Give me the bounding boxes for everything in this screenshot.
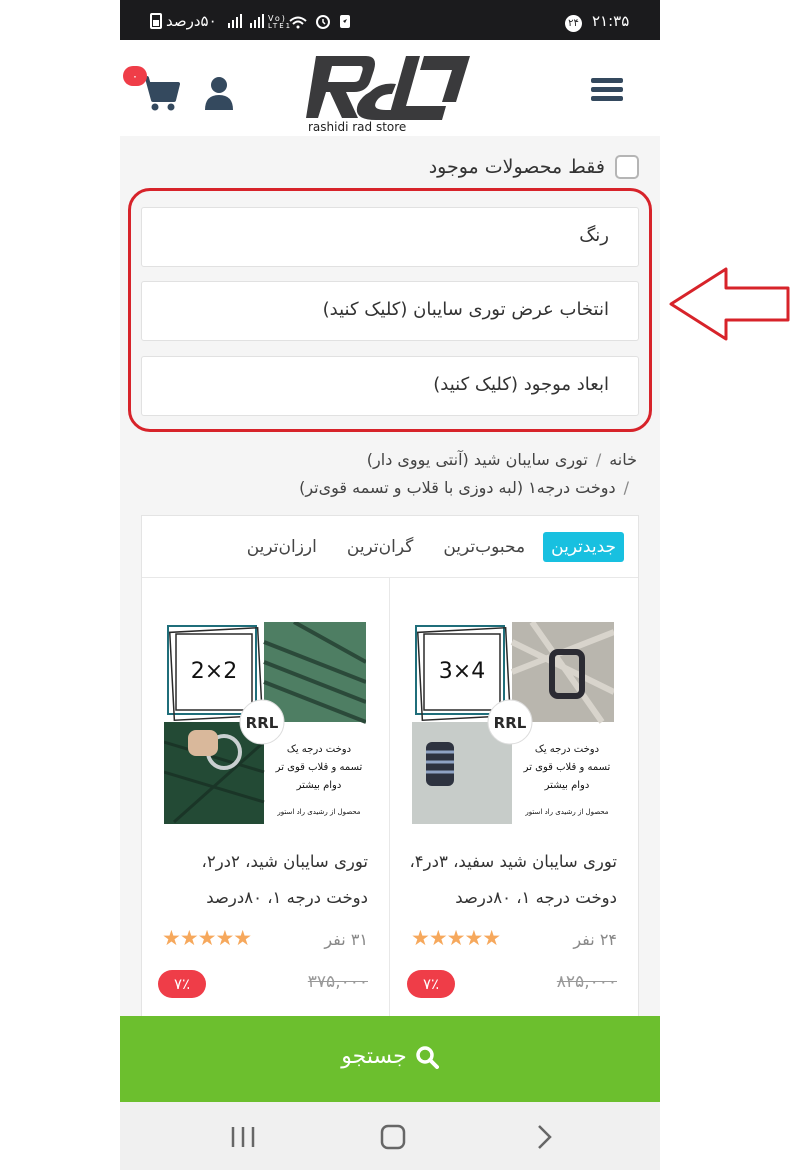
product-image[interactable]: 2×2 RRL دوخت درجه یک تسمه و قلاب قوی تر … (164, 622, 366, 824)
recent-apps-icon[interactable] (228, 1124, 258, 1150)
back-icon[interactable] (530, 1124, 560, 1150)
width-filter[interactable]: انتخاب عرض توری سایبان (کلیک کنید) (141, 281, 639, 341)
sort-tab-popular[interactable]: محبوب‌ترین (435, 532, 533, 562)
status-bar: ۵۰درصد Vo) LTE1 ۲۴ ۲۱:۳۵ (120, 0, 660, 40)
product-size-text: 2×2 (191, 659, 237, 684)
sort-tabs: جدیدترین محبوب‌ترین گران‌ترین ارزان‌ترین (142, 516, 638, 578)
image-text-line: تسمه و قلاب قوی تر (523, 762, 611, 773)
sort-tab-cheapest[interactable]: ارزان‌ترین (239, 532, 325, 562)
dimensions-filter-label: ابعاد موجود (کلیک کنید) (433, 374, 609, 395)
svg-text:LTE1: LTE1 (268, 22, 292, 29)
svg-text:RRL: RRL (246, 714, 279, 732)
battery-text: ۵۰درصد (166, 12, 217, 30)
discount-badge: ۷٪ (407, 970, 455, 998)
breadcrumb: خانه / توری سایبان شید (آنتی یووی دار) / دو… (137, 446, 637, 502)
breadcrumb-separator: / (595, 450, 602, 469)
signal-icons: Vo) LTE1 (228, 13, 378, 32)
in-stock-checkbox[interactable] (615, 155, 639, 179)
product-title[interactable]: توری سایبان شید سفید، ۳در۴، دوخت درجه ۱،… (407, 844, 617, 916)
old-price: ۸۲۵,۰۰۰ (556, 972, 617, 992)
discount-badge: ۷٪ (158, 970, 206, 998)
menu-bar-icon (591, 78, 623, 83)
breadcrumb-category[interactable]: توری سایبان شید (آنتی یووی دار) (367, 450, 588, 469)
menu-bar-icon (591, 87, 623, 92)
annotation-arrow (669, 267, 790, 341)
system-nav-bar (120, 1102, 660, 1170)
rating-stars-icon: ★★★★★ (162, 926, 252, 950)
breadcrumb-home[interactable]: خانه (609, 450, 637, 469)
breadcrumb-separator: / (623, 478, 629, 497)
search-icon (415, 1046, 439, 1069)
product-card[interactable]: 2×2 RRL دوخت درجه یک تسمه و قلاب قوی تر … (142, 578, 390, 1038)
rating-count: ۳۱ نفر (324, 930, 368, 949)
hamburger-menu-button[interactable] (591, 78, 623, 102)
image-text-line: دوخت درجه یک (287, 744, 351, 755)
signal-wifi-alarm-icon: Vo) LTE1 (228, 14, 350, 30)
old-price: ۳۷۵,۰۰۰ (307, 972, 368, 992)
image-footer-text: محصول از رشیدی راد استور (524, 808, 608, 816)
product-price: ۸۲۵,۰۰۰ ۷٪ (407, 970, 617, 998)
image-footer-text: محصول از رشیدی راد استور (276, 808, 360, 816)
home-icon[interactable] (378, 1124, 408, 1150)
image-text-line: دوام بیشتر (296, 780, 342, 791)
phone-screen: ۵۰درصد Vo) LTE1 ۲۴ ۲۱:۳۵ rashidi rad sto… (120, 0, 660, 1170)
product-card[interactable]: 3×4 RRL دوخت درجه یک تسمه و قلاب قوی تر … (390, 578, 638, 1038)
rating-count: ۲۴ نفر (573, 930, 617, 949)
site-header: rashidi rad store ۰ (120, 40, 660, 136)
svg-text:RRL: RRL (494, 714, 527, 732)
product-price: ۳۷۵,۰۰۰ ۷٪ (158, 970, 368, 998)
battery-icon (150, 13, 162, 29)
sort-tab-newest[interactable]: جدیدترین (543, 531, 624, 562)
image-text-line: دوام بیشتر (544, 780, 590, 791)
width-filter-label: انتخاب عرض توری سایبان (کلیک کنید) (322, 299, 609, 320)
search-button-label: جستجو (341, 1044, 407, 1069)
product-list-panel: جدیدترین محبوب‌ترین گران‌ترین ارزان‌ترین… (141, 515, 639, 1038)
image-text-line: دوخت درجه یک (535, 744, 599, 755)
sort-tab-expensive[interactable]: گران‌ترین (339, 532, 421, 562)
image-text-line: تسمه و قلاب قوی تر (275, 762, 363, 773)
color-filter[interactable]: رنگ (141, 207, 639, 267)
product-rating: ۳۱ نفر ★★★★★ (158, 926, 368, 950)
product-rating: ۲۴ نفر ★★★★★ (407, 926, 617, 950)
product-image[interactable]: 3×4 RRL دوخت درجه یک تسمه و قلاب قوی تر … (412, 622, 614, 824)
clock: ۲۱:۳۵ (592, 12, 630, 30)
dimensions-filter[interactable]: ابعاد موجود (کلیک کنید) (141, 356, 639, 416)
logo-caption: rashidi rad store (308, 120, 407, 134)
rating-stars-icon: ★★★★★ (411, 926, 501, 950)
user-account-icon[interactable] (204, 76, 234, 110)
product-title[interactable]: توری سایبان شید، ۲در۲، دوخت درجه ۱، ۸۰در… (158, 844, 369, 916)
notification-badge: ۲۴ (565, 15, 582, 32)
breadcrumb-subcategory: دوخت درجه۱ (لبه دوزی با قلاب و تسمه قوی‌… (299, 478, 616, 497)
search-button[interactable]: جستجو (120, 1016, 660, 1102)
product-size-text: 3×4 (439, 659, 485, 684)
cart-count-badge: ۰ (123, 66, 147, 86)
menu-bar-icon (591, 96, 623, 101)
color-filter-label: رنگ (579, 225, 609, 246)
in-stock-filter[interactable]: فقط محصولات موجود (429, 155, 639, 179)
in-stock-label: فقط محصولات موجود (428, 156, 605, 178)
